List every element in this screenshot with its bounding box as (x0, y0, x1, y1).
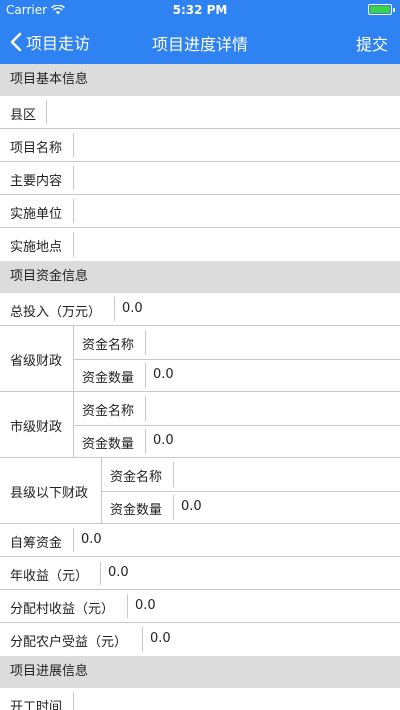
field-divider (73, 232, 74, 257)
submit-button[interactable]: 提交 (356, 31, 388, 55)
field-divider (100, 561, 101, 585)
field-county[interactable]: 县区 (0, 96, 400, 129)
village-income-input[interactable]: 0.0 (135, 598, 156, 613)
field-label: 资金数量 (82, 371, 135, 386)
field-divider (173, 495, 174, 520)
back-button[interactable]: 项目走访 (10, 30, 90, 54)
field-divider (142, 627, 143, 652)
city-fund-amount-input[interactable]: 0.0 (153, 433, 174, 448)
field-self-raised[interactable]: 自筹资金 0.0 (0, 524, 400, 557)
field-divider (145, 396, 146, 421)
field-implementing-unit[interactable]: 实施单位 (0, 195, 400, 228)
field-project-name[interactable]: 项目名称 (0, 129, 400, 162)
field-label: 分配农户受益（元） (10, 635, 128, 650)
province-fund-name-row[interactable]: 资金名称 (0, 326, 400, 359)
field-start-time[interactable]: 开工时间 (0, 688, 400, 710)
battery-icon (368, 4, 395, 15)
province-fund-amount-row[interactable]: 资金数量 0.0 (0, 359, 400, 392)
field-label: 分配村收益（元） (10, 602, 115, 617)
field-label: 自筹资金 (10, 536, 63, 551)
nav-bar: 项目走访 项目进度详情 提交 (0, 20, 400, 64)
field-divider (114, 297, 115, 321)
field-label: 县区 (10, 108, 37, 123)
field-label: 开工时间 (10, 700, 63, 710)
field-divider (73, 692, 74, 710)
field-label: 年收益（元） (10, 569, 89, 584)
county-fund-name-row[interactable]: 资金名称 (0, 458, 400, 491)
field-label: 资金名称 (82, 338, 135, 353)
field-divider (46, 100, 47, 124)
field-divider (73, 166, 74, 190)
field-label: 总投入（万元） (10, 305, 102, 320)
field-village-income[interactable]: 分配村收益（元） 0.0 (0, 590, 400, 623)
field-divider (73, 133, 74, 157)
field-divider (73, 199, 74, 223)
field-label: 资金名称 (82, 404, 135, 419)
county-fund-amount-input[interactable]: 0.0 (181, 499, 202, 514)
field-total-investment[interactable]: 总投入（万元） 0.0 (0, 293, 400, 326)
city-fund-amount-row[interactable]: 资金数量 0.0 (0, 425, 400, 458)
field-divider (145, 363, 146, 388)
group-province-finance: 省级财政 资金名称 资金数量 0.0 (0, 326, 400, 392)
field-divider (145, 429, 146, 454)
field-divider (127, 594, 128, 618)
field-label: 项目名称 (10, 141, 63, 156)
field-implementing-location[interactable]: 实施地点 (0, 228, 400, 261)
total-investment-input[interactable]: 0.0 (122, 301, 143, 316)
field-divider (145, 330, 146, 355)
chevron-left-icon (10, 32, 22, 52)
field-label: 资金数量 (82, 437, 135, 452)
field-label: 资金名称 (110, 470, 163, 485)
field-main-content[interactable]: 主要内容 (0, 162, 400, 195)
status-time: 5:32 PM (172, 3, 228, 17)
section-funds-info: 项目资金信息 (0, 261, 400, 293)
group-county-finance: 县级以下财政 资金名称 资金数量 0.0 (0, 458, 400, 524)
field-label: 资金数量 (110, 503, 163, 518)
field-divider (73, 528, 74, 552)
field-divider (173, 462, 174, 487)
section-basic-info: 项目基本信息 (0, 64, 400, 96)
annual-income-input[interactable]: 0.0 (108, 565, 129, 580)
field-label: 实施单位 (10, 207, 63, 222)
field-label: 实施地点 (10, 240, 63, 255)
county-fund-amount-row[interactable]: 资金数量 0.0 (0, 491, 400, 524)
field-household-income[interactable]: 分配农户受益（元） 0.0 (0, 623, 400, 656)
group-city-finance: 市级财政 资金名称 资金数量 0.0 (0, 392, 400, 458)
self-raised-input[interactable]: 0.0 (81, 532, 102, 547)
field-annual-income[interactable]: 年收益（元） 0.0 (0, 557, 400, 590)
province-fund-amount-input[interactable]: 0.0 (153, 367, 174, 382)
city-fund-name-row[interactable]: 资金名称 (0, 392, 400, 425)
household-income-input[interactable]: 0.0 (150, 631, 171, 646)
form-content: 项目基本信息 县区 项目名称 主要内容 实施单位 实施地点 项目资金信息 总投入… (0, 64, 400, 710)
section-progress-info: 项目进展信息 (0, 656, 400, 688)
back-label: 项目走访 (26, 34, 91, 53)
status-bar: Carrier 5:32 PM (0, 0, 400, 20)
field-label: 主要内容 (10, 174, 63, 189)
